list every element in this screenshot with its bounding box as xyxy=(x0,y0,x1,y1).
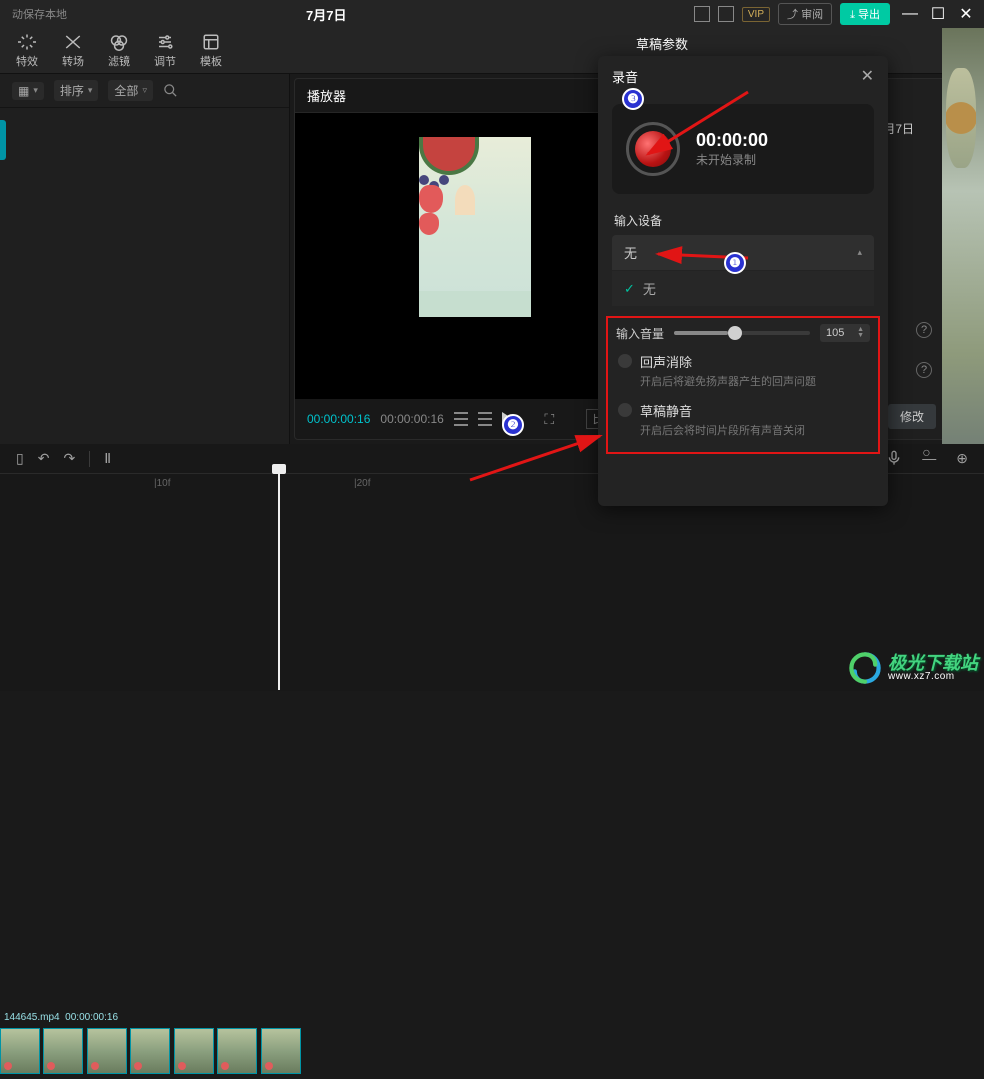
media-item-edge[interactable] xyxy=(0,120,6,160)
tab-adjust[interactable]: 调节 xyxy=(154,33,176,69)
filter-all-button[interactable]: 全部 ▿ xyxy=(108,80,153,101)
clip-thumb[interactable] xyxy=(43,1028,83,1074)
echo-cancel-title: 回声消除 xyxy=(640,352,816,371)
microphone-icon[interactable] xyxy=(886,450,902,466)
project-title: 7月7日 xyxy=(306,5,346,24)
media-pane: ▦ ▾ 排序 ▾ 全部 ▿ xyxy=(0,74,290,444)
echo-cancel-toggle[interactable] xyxy=(618,354,632,368)
timeline-expand-icon[interactable]: —○ xyxy=(922,450,936,467)
transition-icon xyxy=(64,33,82,51)
filter-icon xyxy=(110,33,128,51)
clip-thumb[interactable] xyxy=(261,1028,301,1074)
chevron-up-icon: ▴ xyxy=(857,247,862,258)
illustration-leaf xyxy=(419,291,531,317)
watermark-brand: 极光下载站 xyxy=(888,654,978,672)
annotation-arrow-2 xyxy=(460,420,620,490)
clip-thumb[interactable] xyxy=(130,1028,170,1074)
highlighted-settings: 输入音量 105 ▲▼ 回声消除 开启后将避免扬声器产生的回声问题 草稿静音 开… xyxy=(606,316,880,454)
tab-effect[interactable]: 特效 xyxy=(16,33,38,69)
clip-label: 144645.mp4 00:00:00:16 xyxy=(4,1012,118,1023)
preview-image xyxy=(419,137,531,317)
vip-badge[interactable]: VIP xyxy=(742,7,770,22)
draft-params-title: 草稿参数 xyxy=(636,34,688,53)
timeline-add-icon[interactable]: ⊕ xyxy=(956,450,968,467)
clip-thumb[interactable] xyxy=(87,1028,127,1074)
input-volume-label: 输入音量 xyxy=(616,325,664,342)
tab-template[interactable]: 模板 xyxy=(200,33,222,69)
tab-transition[interactable]: 转场 xyxy=(62,33,84,69)
autosave-status: 动保存本地 xyxy=(12,6,67,22)
review-button[interactable]: ⤴ 审阅 xyxy=(778,3,832,25)
ruler-mark-20f: |20f xyxy=(354,478,371,489)
clip-thumb[interactable] xyxy=(217,1028,257,1074)
record-title: 录音 xyxy=(612,67,638,86)
check-icon: ✓ xyxy=(624,281,635,297)
input-volume-value[interactable]: 105 ▲▼ xyxy=(820,324,870,342)
draft-mute-title: 草稿静音 xyxy=(640,401,805,420)
maximize-button[interactable]: ☐ xyxy=(926,2,950,26)
input-device-option[interactable]: ✓ 无 xyxy=(612,270,874,306)
timecode-current: 00:00:00:16 xyxy=(307,412,370,426)
title-bar: 动保存本地 7月7日 VIP ⤴ 审阅 ⤓ 导出 — ☐ ✕ xyxy=(0,0,984,28)
video-track[interactable]: 144645.mp4 00:00:00:16 xyxy=(0,1028,300,1076)
timecode-total: 00:00:00:16 xyxy=(380,412,443,426)
modify-button[interactable]: 修改 xyxy=(888,404,936,429)
sparkle-icon xyxy=(18,33,36,51)
view-mode-button[interactable]: ▦ ▾ xyxy=(12,82,44,100)
clip-thumb[interactable] xyxy=(0,1028,40,1074)
undo-icon[interactable]: ↶ xyxy=(38,450,50,467)
draft-mute-toggle[interactable] xyxy=(618,403,632,417)
player-title: 播放器 xyxy=(307,86,346,105)
help-icon-2[interactable]: ? xyxy=(916,362,932,378)
playhead[interactable] xyxy=(278,470,280,690)
redo-icon[interactable]: ↷ xyxy=(63,450,75,467)
layout-icon[interactable] xyxy=(694,6,710,22)
tab-filter[interactable]: 滤镜 xyxy=(108,33,130,69)
minimize-button[interactable]: — xyxy=(898,2,922,26)
illustration-figure xyxy=(455,185,475,215)
ruler-mark-10f: |10f xyxy=(154,478,171,489)
input-volume-row: 输入音量 105 ▲▼ xyxy=(616,324,870,342)
search-icon[interactable] xyxy=(163,83,178,98)
illustration-blueberries xyxy=(419,175,429,185)
illustration-watermelon xyxy=(419,137,479,175)
illustration-strawberry xyxy=(419,185,443,213)
annotation-badge-3: ❸ xyxy=(622,88,644,110)
annotation-arrow-3 xyxy=(638,86,758,166)
illustration-strawberry-2 xyxy=(419,213,439,235)
echo-cancel-toggle-row: 回声消除 开启后将避免扬声器产生的回声问题 xyxy=(616,342,870,391)
split-icon[interactable]: Ⅱ xyxy=(104,450,111,467)
record-close-button[interactable]: ✕ xyxy=(861,66,874,86)
annotation-badge-2: ❷ xyxy=(502,414,524,436)
help-icon[interactable]: ? xyxy=(916,322,932,338)
watermark-logo-icon xyxy=(848,651,882,685)
export-button[interactable]: ⤓ 导出 xyxy=(840,3,890,25)
draft-mute-desc: 开启后会将时间片段所有声音关闭 xyxy=(640,422,805,438)
annotation-badge-1: ❶ xyxy=(724,252,746,274)
media-filter-bar: ▦ ▾ 排序 ▾ 全部 ▿ xyxy=(0,74,289,108)
input-volume-slider[interactable] xyxy=(674,331,810,335)
watermark: 极光下载站 www.xz7.com xyxy=(848,651,978,685)
close-window-button[interactable]: ✕ xyxy=(954,2,978,26)
sort-button[interactable]: 排序 ▾ xyxy=(54,80,99,101)
echo-cancel-desc: 开启后将避免扬声器产生的回声问题 xyxy=(640,373,816,389)
template-icon xyxy=(202,33,220,51)
draft-mute-toggle-row: 草稿静音 开启后会将时间片段所有声音关闭 xyxy=(616,391,870,440)
watermark-url: www.xz7.com xyxy=(888,672,978,682)
sliders-icon xyxy=(156,33,174,51)
clip-thumb[interactable] xyxy=(174,1028,214,1074)
volume-stepper[interactable]: ▲▼ xyxy=(857,327,864,339)
layout2-icon[interactable] xyxy=(718,6,734,22)
selection-tool-icon[interactable]: ▯ xyxy=(16,450,24,467)
